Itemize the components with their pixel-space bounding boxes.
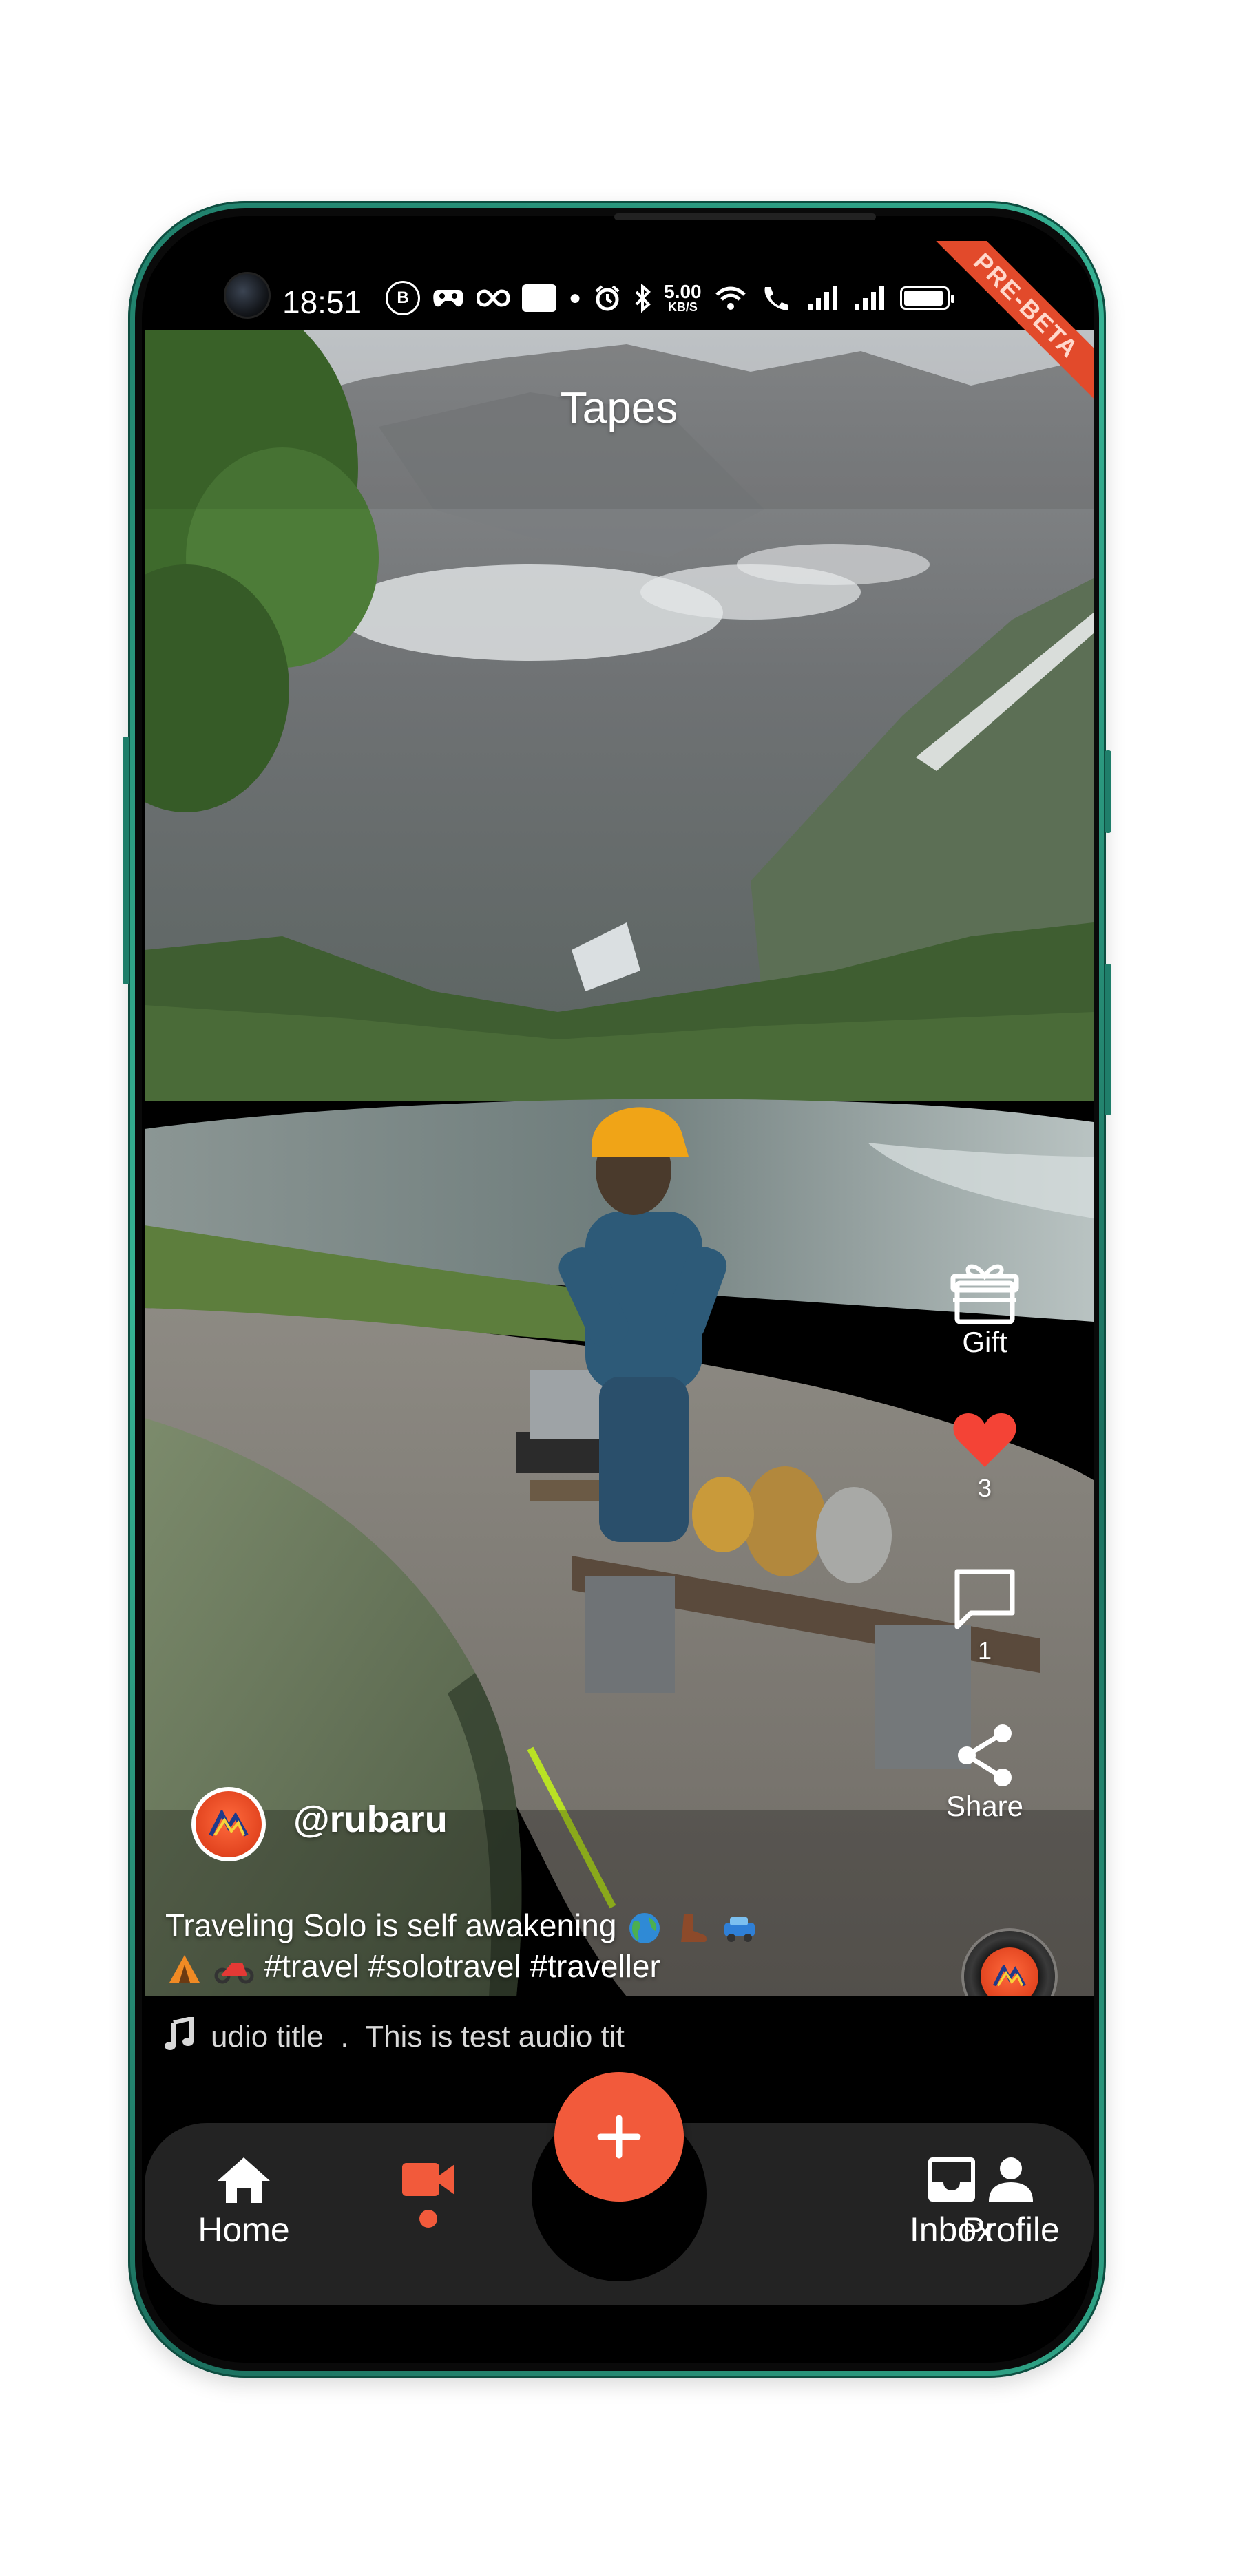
video-camera-icon [402,2163,454,2196]
screen: 18:51 B ● 5.00 KB/S PRE-BETA Tapes Gift … [145,241,1094,2305]
nav-profile[interactable]: Profile [928,2155,1094,2250]
gift-label: Gift [962,1326,1007,1358]
share-label: Share [945,1790,1024,1822]
nav-profile-label: Profile [962,2210,1060,2249]
battery-level [903,291,943,306]
username[interactable]: @rubaru [293,1798,448,1841]
status-bar: 18:51 B ● 5.00 KB/S PRE-BETA [145,241,1094,411]
gift-button[interactable]: Gift [930,1260,1040,1359]
power-button [1105,964,1111,1115]
infinity-icon [477,288,510,308]
heart-icon [953,1413,1016,1467]
like-button[interactable]: 3 [930,1408,1040,1503]
bottom-navigation: Home Inbox Profile [145,2072,1094,2305]
home-icon [218,2157,270,2203]
avatar-image [196,1791,262,1857]
share-button[interactable]: Share [930,1721,1040,1823]
earpiece [614,213,876,220]
speed-value: 5.00 [664,281,702,302]
wifi-icon [714,285,747,311]
comment-count: 1 [977,1636,992,1665]
dot-icon: ● [569,286,582,309]
status-time: 18:51 [282,284,362,320]
volume-button [123,737,129,984]
music-note-icon [164,2016,194,2059]
call-icon [760,284,794,312]
alarm-icon [594,284,621,312]
game-icon [432,286,464,310]
audio-bar[interactable]: udio title . This is test audio tit [145,1996,1094,2072]
gift-icon [950,1264,1019,1324]
globe-emoji [629,1912,660,1943]
tent-emoji [169,1954,200,1983]
signal-icon [853,284,888,312]
like-count: 3 [977,1474,992,1502]
alert-slider [1105,750,1111,833]
avatar[interactable] [191,1787,266,1861]
caption-hashtags[interactable]: #travel #solotravel #traveller [264,1948,660,1984]
network-speed: 5.00 KB/S [664,281,702,314]
signal-icon [806,284,841,312]
comment-button[interactable]: 1 [930,1566,1040,1665]
battery-icon [899,286,954,310]
active-indicator [419,2210,437,2228]
page: 18:51 B ● 5.00 KB/S PRE-BETA Tapes Gift … [0,0,1234,2576]
front-camera [224,272,271,319]
audio-title: udio title . This is test audio tit [211,2020,625,2054]
nav-home[interactable]: Home [168,2155,320,2250]
nav-tapes[interactable] [353,2155,504,2228]
brand-logo-icon [993,1965,1026,1987]
note-icon [522,284,556,312]
nav-home-label: Home [198,2210,290,2249]
bluetooth-icon [634,284,651,313]
car-emoji [724,1917,755,1942]
status-icons: B ● 5.00 KB/S [386,281,954,315]
speed-unit: KB/S [667,300,698,314]
motorcycle-emoji [214,1963,254,1984]
b-circle-icon: B [386,281,420,315]
page-title: Tapes [560,383,678,432]
boot-emoji [680,1914,707,1942]
comment-icon [954,1569,1015,1629]
plus-icon [597,2115,641,2159]
share-icon [958,1724,1012,1786]
caption-text: Traveling Solo is self awakening [165,1908,617,1943]
brand-logo-icon [209,1810,249,1837]
caption: Traveling Solo is self awakening #travel… [165,1905,854,1986]
create-button[interactable] [554,2072,684,2202]
person-icon [989,2157,1033,2202]
